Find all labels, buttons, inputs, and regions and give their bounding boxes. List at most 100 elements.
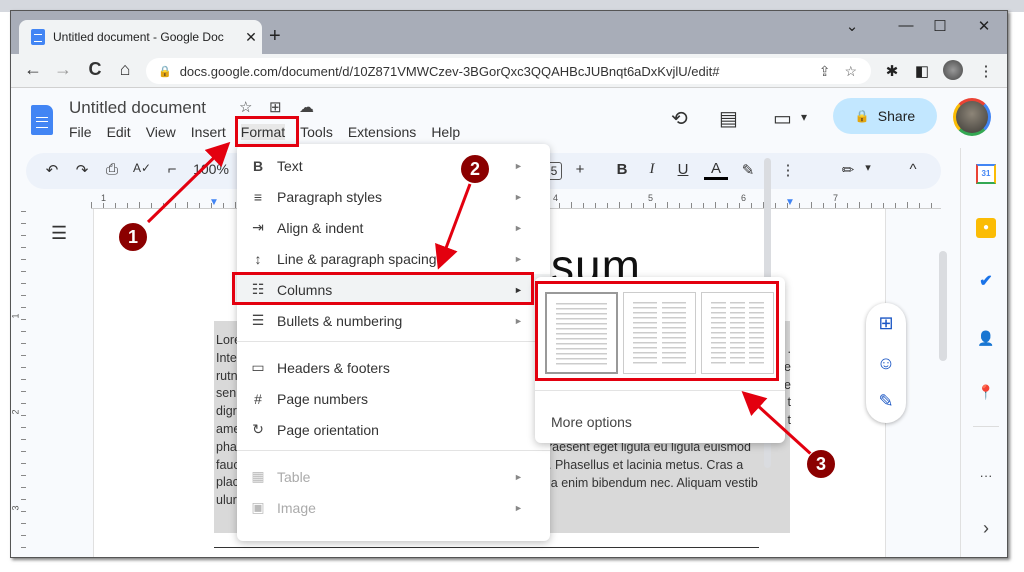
format-menu-item-line-spacing[interactable]: ↕ Line & paragraph spacing ► xyxy=(237,243,550,274)
back-button[interactable]: ← xyxy=(21,59,45,80)
minimize-button[interactable]: — xyxy=(891,17,921,34)
home-button[interactable]: ⌂ xyxy=(113,59,137,80)
redo-icon[interactable]: ↷ xyxy=(70,161,94,179)
submenu-arrow-icon: ► xyxy=(514,222,523,233)
ruler-tick xyxy=(21,331,26,332)
calendar-icon[interactable]: 31 xyxy=(976,164,996,184)
format-menu-item-bullets-numbering[interactable]: ☰ Bullets & numbering ► xyxy=(237,305,550,336)
extensions-icon[interactable]: ✱ xyxy=(881,62,903,80)
meet-icon[interactable]: ▭ xyxy=(773,106,792,131)
ruler-label: 4 xyxy=(553,193,559,203)
highlight-color-icon[interactable]: ✎ xyxy=(736,161,760,179)
format-menu-item-image[interactable]: ▣ Image ► xyxy=(237,492,550,523)
vruler-label: 2 xyxy=(10,409,21,415)
bulleted-list-icon: ☰ xyxy=(251,312,265,328)
account-avatar[interactable] xyxy=(953,98,991,136)
version-history-icon[interactable]: ⟲ xyxy=(671,106,688,131)
format-menu-item-align-indent[interactable]: ⇥ Align & indent ► xyxy=(237,212,550,243)
italic-icon[interactable]: I xyxy=(640,161,664,178)
move-folder-icon[interactable]: ⊞ xyxy=(269,98,282,116)
menu-extensions[interactable]: Extensions xyxy=(348,124,416,140)
profile-avatar[interactable] xyxy=(943,60,963,80)
docs-logo-icon[interactable] xyxy=(31,105,53,135)
add-emoji-reaction-icon[interactable]: ☺ xyxy=(876,353,896,374)
underline-icon[interactable]: U xyxy=(671,161,695,178)
menu-help[interactable]: Help xyxy=(431,124,460,140)
menu-view[interactable]: View xyxy=(146,124,176,140)
tasks-icon[interactable]: ✔ xyxy=(976,272,996,292)
ruler-tick xyxy=(21,223,26,224)
menu-tools[interactable]: Tools xyxy=(300,124,333,140)
tab-close-icon[interactable]: ✕ xyxy=(240,29,262,46)
spellcheck-icon[interactable]: A✓ xyxy=(130,161,154,175)
browser-tab[interactable]: Untitled document - Google Doc ✕ xyxy=(19,20,262,54)
collapse-menus-icon[interactable]: ^ xyxy=(901,161,925,178)
suggest-edits-icon[interactable]: ✎ xyxy=(876,391,896,412)
ruler-tick xyxy=(775,203,776,208)
new-tab-button[interactable]: + xyxy=(269,25,281,48)
document-outline-icon[interactable]: ☰ xyxy=(51,223,67,244)
side-panel-icon[interactable]: ◧ xyxy=(911,62,933,80)
browser-menu-icon[interactable]: ⋮ xyxy=(975,62,997,80)
submenu-arrow-icon: ► xyxy=(514,160,523,171)
keep-icon[interactable]: ● xyxy=(976,218,996,238)
submenu-arrow-icon: ► xyxy=(514,471,523,482)
document-title[interactable]: Untitled document xyxy=(69,98,206,118)
bookmark-star-icon[interactable]: ☆ xyxy=(844,63,857,80)
close-window-button[interactable]: ✕ xyxy=(969,17,999,35)
ruler-tick xyxy=(607,203,608,208)
increase-font-size-icon[interactable]: + xyxy=(568,161,592,178)
ruler-tick xyxy=(21,391,26,392)
text-line: . Phasellus et lacinia metus. Cras a xyxy=(548,457,744,472)
address-bar-row: ← → C ⌂ 🔒 docs.google.com/document/d/10Z… xyxy=(11,54,1007,88)
editing-mode-caret-icon[interactable]: ▾ xyxy=(856,161,880,174)
docs-header: Untitled document ☆ ⊞ ☁ File Edit View I… xyxy=(11,88,1007,148)
menu-file[interactable]: File xyxy=(69,124,92,140)
maximize-button[interactable]: ☐ xyxy=(925,17,955,35)
headers-footers-icon: ▭ xyxy=(251,359,265,375)
more-options-button[interactable]: More options xyxy=(551,414,632,430)
print-icon[interactable]: ⎙ xyxy=(100,161,124,178)
expand-side-panel-icon[interactable]: › xyxy=(976,518,996,538)
tab-search-icon[interactable]: ⌄ xyxy=(837,17,867,35)
reload-button[interactable]: C xyxy=(83,59,107,80)
format-menu-item-text[interactable]: B Text ► xyxy=(237,150,550,181)
share-page-icon[interactable]: ⇪ xyxy=(819,63,831,80)
omnibox[interactable]: 🔒 docs.google.com/document/d/10Z871VMWCz… xyxy=(146,58,871,84)
format-menu-item-paragraph-styles[interactable]: ≡ Paragraph styles ► xyxy=(237,181,550,212)
share-button[interactable]: 🔒 Share xyxy=(833,98,937,134)
bold-icon[interactable]: B xyxy=(610,161,634,178)
text-color-icon[interactable]: A xyxy=(704,161,728,180)
tab-title: Untitled document - Google Doc xyxy=(53,30,224,44)
contacts-icon[interactable]: 👤 xyxy=(976,328,996,348)
zoom-select[interactable]: 100% xyxy=(186,161,236,177)
meet-caret-icon[interactable]: ▾ xyxy=(801,110,807,124)
ruler-tick xyxy=(127,203,128,208)
star-icon[interactable]: ☆ xyxy=(239,98,252,116)
paint-format-icon[interactable]: ⌐ xyxy=(160,161,184,178)
more-addons-icon[interactable]: ··· xyxy=(976,466,996,486)
maps-icon[interactable]: 📍 xyxy=(976,382,996,402)
forward-button[interactable]: → xyxy=(51,59,75,80)
cloud-status-icon[interactable]: ☁ xyxy=(299,98,314,116)
menu-separator xyxy=(535,390,785,391)
format-menu-item-page-orientation[interactable]: ↻ Page orientation xyxy=(237,414,550,445)
table-icon: ▦ xyxy=(251,468,265,484)
more-tools-icon[interactable]: ⋮ xyxy=(776,161,800,179)
format-menu-item-headers-footers[interactable]: ▭ Headers & footers xyxy=(237,352,550,383)
ruler-tick xyxy=(91,202,92,208)
ruler-tick xyxy=(21,355,26,356)
comments-icon[interactable]: ▤ xyxy=(719,106,738,131)
undo-icon[interactable]: ↶ xyxy=(40,161,64,179)
url-text[interactable]: docs.google.com/document/d/10Z871VMWCzev… xyxy=(180,64,819,79)
add-comment-icon[interactable]: ⊞ xyxy=(876,313,896,334)
ruler-tick xyxy=(21,295,26,296)
vertical-ruler[interactable]: 1 2 3 xyxy=(10,211,27,557)
ruler-label: 1 xyxy=(101,193,107,203)
format-menu-item-table[interactable]: ▦ Table ► xyxy=(237,461,550,492)
vertical-scrollbar[interactable] xyxy=(939,251,947,361)
menu-insert[interactable]: Insert xyxy=(191,124,226,140)
ruler-tick xyxy=(223,203,224,208)
menu-edit[interactable]: Edit xyxy=(107,124,131,140)
format-menu-item-page-numbers[interactable]: # Page numbers xyxy=(237,383,550,414)
